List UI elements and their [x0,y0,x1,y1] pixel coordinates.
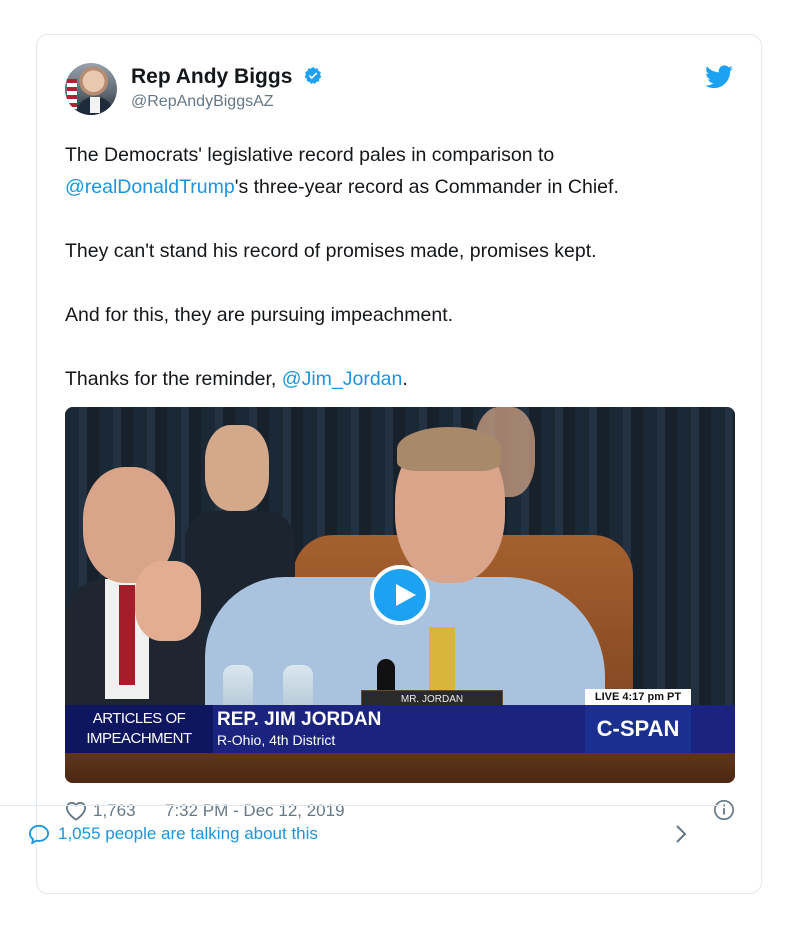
footer-divider [0,805,724,806]
author-name[interactable]: Rep Andy Biggs [131,65,292,89]
chyron-district: R-Ohio, 4th District [217,732,336,748]
avatar[interactable] [65,63,117,115]
live-label: LIVE 4:17 pm PT [585,689,691,705]
tweet-paragraph-2: They can't stand his record of promises … [65,240,597,262]
network-logo: C-SPAN [585,705,691,753]
chyron-name: REP. JIM JORDAN [217,709,382,730]
mention-jim-jordan[interactable]: @Jim_Jordan [282,368,403,390]
twitter-bird-icon[interactable] [705,65,733,89]
tweet-timestamp[interactable]: 7:32 PM - Dec 12, 2019 [165,801,345,821]
speech-bubble-icon [28,824,50,844]
like-count[interactable]: 1,763 [93,801,136,821]
play-icon[interactable] [370,565,430,625]
tweet-text: The Democrats' legislative record pales … [65,139,745,395]
author-handle[interactable]: @RepAndyBiggsAZ [131,93,471,111]
heart-icon[interactable] [65,801,87,821]
verified-badge-icon [304,66,322,84]
tweet-paragraph-3: And for this, they are pursuing impeachm… [65,304,454,326]
mention-realdonaldtrump[interactable]: @realDonaldTrump [65,176,235,198]
tweet-paragraph-1: The Democrats' legislative record pales … [65,144,619,198]
tweet-card: Rep Andy Biggs @RepAndyBiggsAZ The Democ… [36,34,762,894]
conversation-count[interactable]: 1,055 people are talking about this [58,824,318,844]
info-icon[interactable] [713,799,735,821]
chevron-right-icon[interactable] [674,824,688,844]
author-block[interactable]: Rep Andy Biggs @RepAndyBiggsAZ [131,65,471,111]
video-player[interactable]: MR. JORDAN ARTICLES OF IMPEACHMENT REP. … [65,407,735,783]
flag-icon [67,79,77,109]
tweet-paragraph-4: Thanks for the reminder, @Jim_Jordan. [65,368,408,390]
conversation-link[interactable]: 1,055 people are talking about this [28,822,698,850]
video-chyron: ARTICLES OF IMPEACHMENT REP. JIM JORDAN … [65,689,735,753]
